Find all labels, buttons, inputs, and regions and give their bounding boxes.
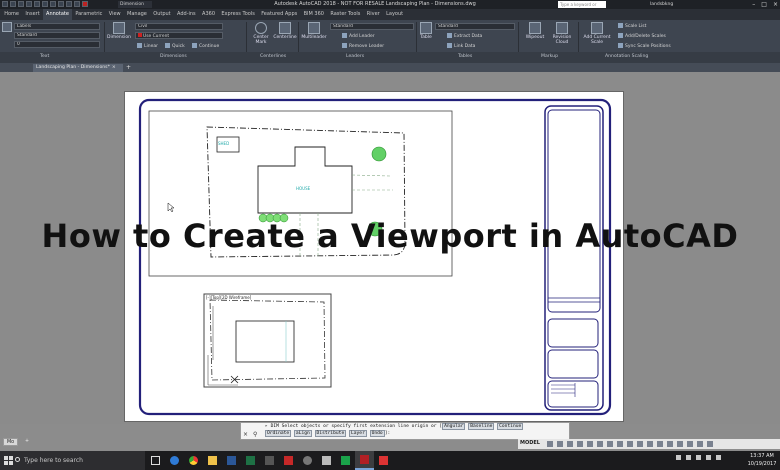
excel-icon[interactable] [241,451,260,470]
option-layer[interactable]: Layer [349,430,367,437]
main-viewport [148,110,453,277]
title-strip-panel-2 [547,318,599,348]
status-menu-icon[interactable] [707,441,713,447]
property-line [206,126,406,258]
option-align[interactable]: aLign [293,430,312,437]
viewport-controls-label[interactable]: [-][Top][2D Wireframe] [206,295,251,300]
annotation-scale-icon[interactable] [627,441,633,447]
battery-icon[interactable] [706,455,711,460]
system-tray [676,455,721,460]
status-toggle-icons [547,441,713,447]
hardware-acceleration-icon[interactable] [677,441,683,447]
polar-icon[interactable] [577,441,583,447]
transparency-icon[interactable] [607,441,613,447]
lineweight-icon[interactable] [597,441,603,447]
green-app-icon[interactable] [336,451,355,470]
model-space-toggle[interactable]: MODEL [520,440,540,446]
word-icon[interactable] [222,451,241,470]
task-view-icon[interactable] [146,451,165,470]
customization-icon[interactable] [697,441,703,447]
network-icon[interactable] [686,455,691,460]
shrub [279,213,289,223]
taskbar-apps [146,451,393,470]
tree [371,146,387,162]
shed-label: SHED [218,141,230,146]
option-undo[interactable]: Undo [369,430,385,437]
search-icon [15,457,20,462]
ortho-icon[interactable] [567,441,573,447]
autocad-window: Dimension Autodesk AutoCAD 2018 - NOT FO… [0,0,780,470]
tree [367,221,383,237]
isolate-objects-icon[interactable] [667,441,673,447]
edge-browser-icon[interactable] [165,451,184,470]
units-icon[interactable] [647,441,653,447]
option-distribute[interactable]: Distribute [314,430,347,437]
title-strip-panel-3 [547,349,599,379]
taskbar-clock[interactable]: 13:37 AM 10/19/2017 [745,452,779,468]
customize-icon[interactable]: ⚲ [253,431,257,438]
detail-viewport [203,293,332,388]
model-tab[interactable]: Mo [3,438,19,446]
autocad-icon[interactable] [355,451,374,470]
camera-icon[interactable] [298,451,317,470]
acrobat-icon[interactable] [279,451,298,470]
house-label: HOUSE [296,186,311,191]
app-s-icon[interactable] [260,451,279,470]
command-line-buttons: × ⚲ [243,431,257,438]
grid-icon[interactable] [547,441,553,447]
close-command-icon[interactable]: × [243,431,248,438]
add-layout-tab[interactable]: + [22,438,32,446]
osnap-icon[interactable] [587,441,593,447]
option-continue[interactable]: Continue [497,423,524,430]
clean-screen-icon[interactable] [687,441,693,447]
taskbar-search-box[interactable]: Type here to search [0,451,145,470]
title-strip-panel-1 [547,109,601,313]
workspace-icon[interactable] [637,441,643,447]
house-outline [257,146,353,214]
file-explorer-icon[interactable] [203,451,222,470]
command-prompt-text[interactable]: ▸ DIM Select objects or specify first ex… [265,423,570,437]
mail-icon[interactable] [317,451,336,470]
windows-start-icon[interactable] [4,456,13,465]
option-baseline[interactable]: Baseline [468,423,495,430]
red-app-icon[interactable] [374,451,393,470]
notification-icon[interactable] [716,455,721,460]
snap-icon[interactable] [557,441,563,447]
title-strip [544,105,604,411]
mouse-cursor-icon [167,202,175,213]
quick-properties-icon[interactable] [657,441,663,447]
selection-cycling-icon[interactable] [617,441,623,447]
tray-expand-icon[interactable] [676,455,681,460]
chrome-icon[interactable] [184,451,203,470]
drawing-canvas[interactable] [0,0,780,470]
volume-icon[interactable] [696,455,701,460]
option-angular[interactable]: Angular [442,423,466,430]
option-ordinate[interactable]: Ordinate [265,430,292,437]
